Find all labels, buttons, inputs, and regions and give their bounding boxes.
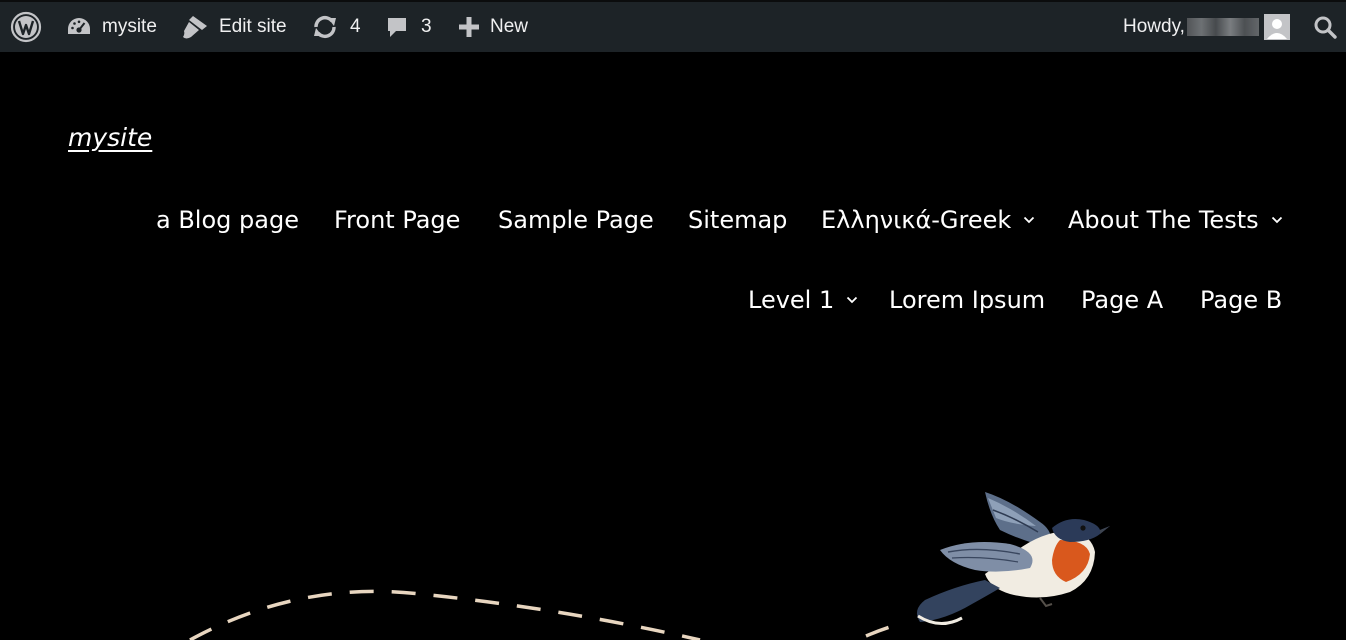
nav-item-label: a Blog page (156, 206, 299, 234)
nav-item-page-a[interactable]: Page A (1081, 280, 1163, 320)
nav-item-label: Sitemap (688, 206, 788, 234)
nav-item-label: Front Page (334, 206, 461, 234)
edit-site-link[interactable]: Edit site (181, 2, 287, 52)
dashed-flight-path-end (865, 624, 894, 638)
chevron-down-icon[interactable] (1023, 214, 1035, 226)
search-icon (1313, 15, 1337, 39)
site-name-label: mysite (102, 16, 157, 37)
nav-item-lorem-ipsum[interactable]: Lorem Ipsum (889, 280, 1045, 320)
nav-item-label: About The Tests (1068, 206, 1259, 234)
new-content-button[interactable]: New (458, 2, 528, 52)
search-button[interactable] (1313, 2, 1337, 52)
nav-item-label: Sample Page (498, 206, 654, 234)
chevron-down-icon[interactable] (846, 294, 858, 306)
nav-item-sample-page[interactable]: Sample Page (498, 200, 654, 240)
edit-site-label: Edit site (219, 16, 287, 37)
nav-item-page-b[interactable]: Page B (1200, 280, 1282, 320)
comments-count: 3 (421, 16, 432, 37)
nav-item-greek[interactable]: Ελληνικά-Greek (821, 200, 1035, 240)
brush-icon (181, 14, 209, 40)
nav-item-level-1[interactable]: Level 1 (748, 280, 858, 320)
avatar[interactable] (1264, 14, 1290, 40)
dashed-flight-path (189, 589, 701, 640)
admin-bar: mysite Edit site 4 3 New Howdy, (0, 0, 1346, 52)
wordpress-logo-icon (10, 11, 42, 43)
nav-item-label: Lorem Ipsum (889, 286, 1046, 314)
bird-illustration (916, 492, 1110, 625)
howdy-greeting: Howdy, (1123, 16, 1185, 37)
site-title-link[interactable]: mysite (68, 123, 152, 152)
account-menu[interactable]: Howdy, (1123, 2, 1259, 52)
nav-item-label: Page A (1081, 286, 1164, 314)
updates-link[interactable]: 4 (312, 2, 361, 52)
redacted-username (1186, 18, 1259, 36)
comment-bubble-icon (385, 15, 409, 39)
comments-link[interactable]: 3 (385, 2, 432, 52)
nav-item-label: Page B (1200, 286, 1283, 314)
nav-item-label: Ελληνικά-Greek (821, 206, 1012, 234)
updates-count: 4 (350, 16, 361, 37)
nav-item-sitemap[interactable]: Sitemap (688, 200, 787, 240)
nav-item-blog-page[interactable]: a Blog page (156, 200, 299, 240)
new-label: New (490, 16, 529, 37)
nav-item-label: Level 1 (748, 286, 835, 314)
wordpress-menu-button[interactable] (10, 2, 42, 52)
nav-item-front-page[interactable]: Front Page (334, 200, 460, 240)
nav-item-about-the-tests[interactable]: About The Tests (1068, 200, 1283, 240)
updates-refresh-icon (312, 15, 338, 39)
chevron-down-icon[interactable] (1271, 214, 1283, 226)
dashboard-gauge-icon (66, 16, 92, 38)
site-name-link[interactable]: mysite (66, 2, 157, 52)
hero-illustration (189, 492, 1110, 640)
plus-icon (458, 16, 480, 38)
